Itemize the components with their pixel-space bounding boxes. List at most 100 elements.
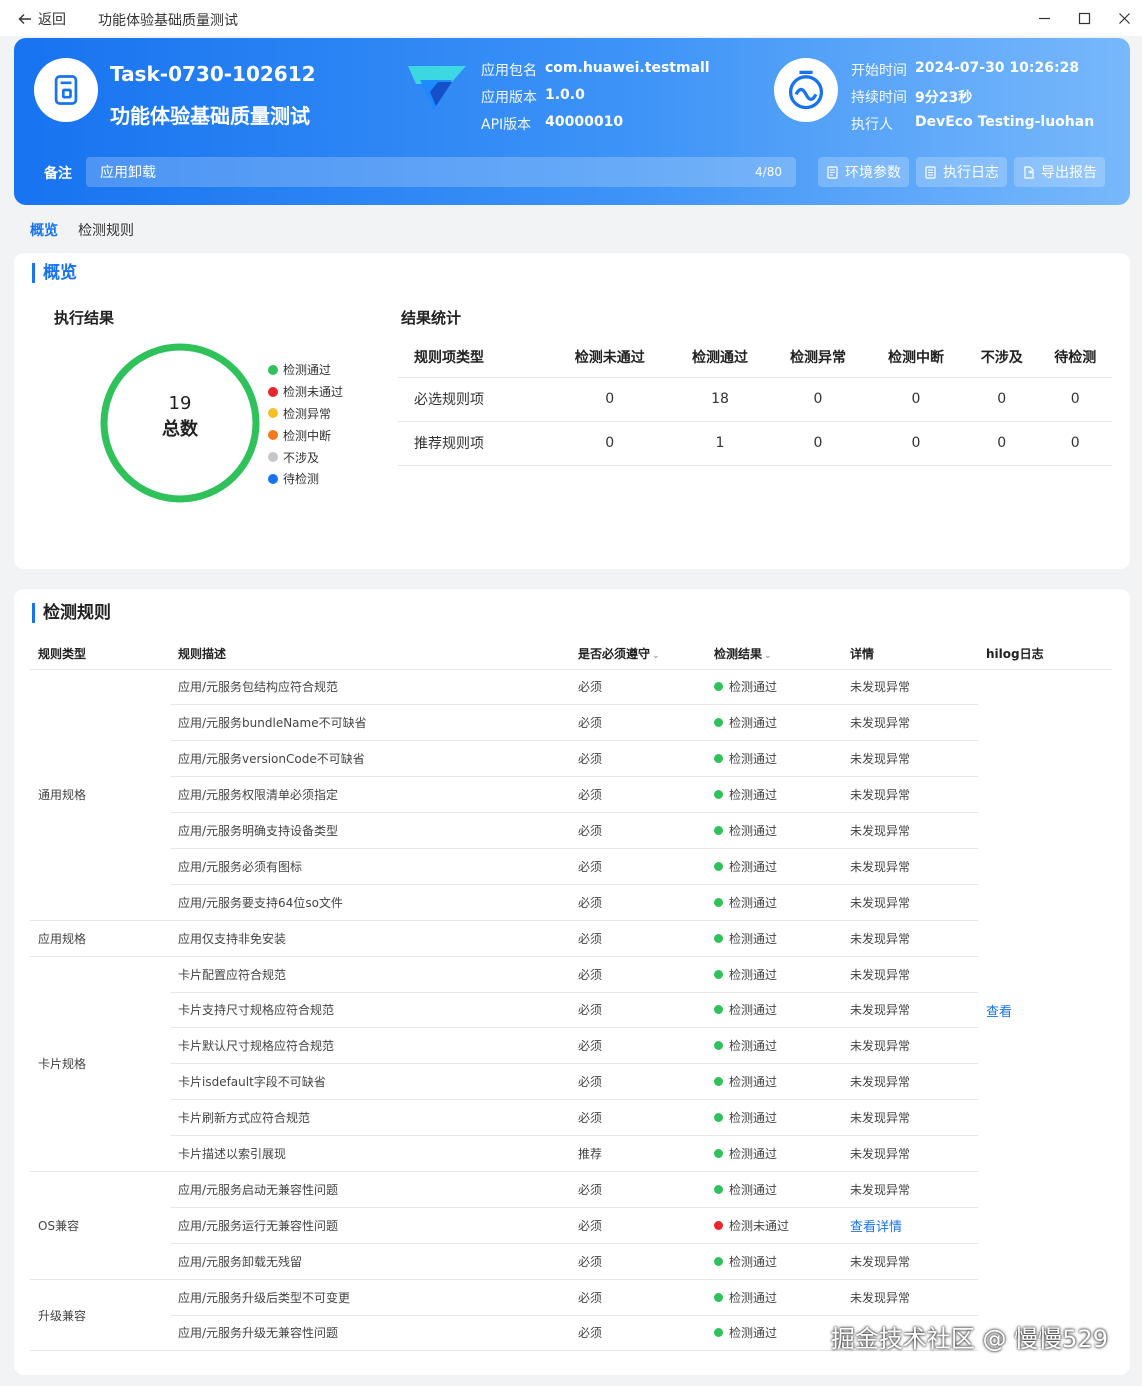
version-value: 1.0.0 bbox=[545, 87, 585, 103]
rule-type-cell: 通用规格 bbox=[30, 669, 170, 921]
rule-result-cell: 检测通过 bbox=[706, 920, 842, 957]
rule-desc-cell: 应用/元服务明确支持设备类型 bbox=[170, 812, 570, 849]
rules-title: 检测规则 bbox=[32, 603, 111, 623]
duration-label: 持续时间 bbox=[851, 90, 907, 106]
stats-header: 不涉及 bbox=[965, 337, 1039, 378]
header-detail: 详情 bbox=[842, 639, 978, 670]
export-icon bbox=[1024, 165, 1034, 179]
view-details-link[interactable]: 查看详情 bbox=[850, 1220, 902, 1235]
result-status: 检测通过 bbox=[714, 750, 842, 767]
version-label: 应用版本 bbox=[481, 90, 537, 106]
task-icon bbox=[34, 58, 98, 122]
status-dot bbox=[714, 1256, 723, 1266]
hilog-view-link[interactable]: 查看 bbox=[986, 1005, 1012, 1020]
task-name: 功能体验基础质量测试 bbox=[110, 104, 310, 128]
rule-result-cell: 检测通过 bbox=[706, 740, 842, 778]
rule-required-cell: 必须 bbox=[570, 669, 706, 706]
table-row: 应用/元服务明确支持设备类型 必须 检测通过 未发现异常 bbox=[30, 812, 1112, 849]
rule-detail-cell: 未发现异常 bbox=[842, 1027, 978, 1065]
tab-overview[interactable]: 概览 bbox=[30, 220, 58, 240]
rule-required-cell: 必须 bbox=[570, 848, 706, 885]
rule-desc-cell: 应用仅支持非免安装 bbox=[170, 920, 570, 957]
rule-detail-cell: 未发现异常 bbox=[842, 992, 978, 1029]
result-status: 检测通过 bbox=[714, 1181, 842, 1198]
log-icon bbox=[925, 165, 936, 179]
rule-detail-cell: 未发现异常 bbox=[842, 848, 978, 885]
tab-rules[interactable]: 检测规则 bbox=[78, 220, 134, 240]
header-required[interactable]: 是否必须遵守 ⌄ bbox=[570, 639, 706, 670]
status-label: 检测通过 bbox=[729, 680, 778, 695]
rule-required-cell: 必须 bbox=[570, 704, 706, 742]
rule-required-cell: 必须 bbox=[570, 884, 706, 921]
rule-desc-cell: 应用/元服务versionCode不可缺省 bbox=[170, 740, 570, 778]
legend-item: 检测通过 bbox=[268, 359, 343, 381]
status-dot bbox=[714, 897, 723, 907]
env-params-button[interactable]: 环境参数 bbox=[818, 157, 909, 187]
rule-desc-cell: 卡片刷新方式应符合规范 bbox=[170, 1099, 570, 1137]
stats-cell: 推荐规则项 bbox=[398, 421, 549, 466]
result-status: 检测通过 bbox=[714, 1324, 842, 1341]
title-bar: 返回 功能体验基础质量测试 bbox=[0, 0, 1142, 36]
status-dot bbox=[714, 1113, 723, 1123]
package-name-row: 应用包名 com.huawei.testmall bbox=[481, 60, 710, 80]
rule-detail-cell: 未发现异常 bbox=[842, 776, 978, 814]
stats-header: 检测异常 bbox=[769, 337, 867, 378]
status-label: 检测通过 bbox=[729, 1290, 778, 1305]
header-rule-desc: 规则描述 bbox=[170, 639, 570, 670]
result-status: 检测通过 bbox=[714, 786, 842, 803]
maximize-button[interactable] bbox=[1075, 9, 1093, 27]
result-status: 检测通过 bbox=[714, 1037, 842, 1054]
deveco-logo-icon bbox=[408, 66, 466, 110]
executor-row: 执行人 DevEco Testing-luohan bbox=[851, 114, 1094, 134]
close-button[interactable] bbox=[1115, 9, 1133, 27]
rule-detail-cell: 未发现异常 bbox=[842, 669, 978, 706]
result-status: 检测通过 bbox=[714, 858, 842, 875]
result-legend: 检测通过 检测未通过 检测异常 检测中断 不涉及 待检测 bbox=[268, 359, 343, 490]
status-label: 检测通过 bbox=[729, 1326, 778, 1341]
rule-detail-cell: 未发现异常 bbox=[842, 884, 978, 921]
status-label: 检测通过 bbox=[729, 716, 778, 731]
rule-required-cell: 必须 bbox=[570, 920, 706, 957]
rule-required-cell: 必须 bbox=[570, 812, 706, 849]
stats-title: 结果统计 bbox=[401, 309, 462, 327]
rule-result-cell: 检测通过 bbox=[706, 1027, 842, 1065]
export-report-button[interactable]: 导出报告 bbox=[1014, 157, 1105, 187]
timer-icon bbox=[774, 58, 838, 122]
rule-result-cell: 检测通过 bbox=[706, 1171, 842, 1208]
rule-desc-cell: 应用/元服务升级后类型不可变更 bbox=[170, 1279, 570, 1316]
rule-desc-cell: 应用/元服务包结构应符合规范 bbox=[170, 669, 570, 706]
note-char-count: 4/80 bbox=[755, 165, 782, 179]
back-button[interactable]: 返回 bbox=[18, 9, 66, 29]
rule-result-cell: 检测通过 bbox=[706, 992, 842, 1029]
rule-desc-cell: 应用/元服务升级无兼容性问题 bbox=[170, 1315, 570, 1352]
legend-label: 检测中断 bbox=[283, 428, 332, 443]
legend-dot bbox=[268, 408, 278, 419]
rule-type-cell: 应用规格 bbox=[30, 920, 170, 957]
status-dot bbox=[714, 1328, 723, 1338]
rule-required-cell: 必须 bbox=[570, 1063, 706, 1101]
exec-log-label: 执行日志 bbox=[943, 165, 999, 181]
legend-label: 检测通过 bbox=[283, 363, 332, 378]
status-dot bbox=[714, 1077, 723, 1087]
stats-pass-link[interactable]: 1 bbox=[671, 421, 769, 466]
table-row: 卡片支持尺寸规格应符合规范 必须 检测通过 未发现异常 bbox=[30, 992, 1112, 1029]
watermark-text: 掘金技术社区 @ 慢慢529 bbox=[830, 1325, 1108, 1353]
total-label: 总数 bbox=[162, 419, 198, 440]
result-status: 检测通过 bbox=[714, 1253, 842, 1270]
duration-row: 持续时间 9分23秒 bbox=[851, 87, 972, 107]
exec-log-button[interactable]: 执行日志 bbox=[916, 157, 1007, 187]
header-result[interactable]: 检测结果 ⌄ bbox=[706, 639, 842, 670]
table-row: 卡片isdefault字段不可缺省 必须 检测通过 未发现异常 bbox=[30, 1063, 1112, 1101]
status-label: 检测通过 bbox=[729, 1075, 778, 1090]
status-dot bbox=[714, 754, 723, 764]
detail-text: 未发现异常 bbox=[850, 931, 911, 946]
result-status: 检测通过 bbox=[714, 678, 842, 695]
stats-cell: 0 bbox=[769, 377, 867, 422]
legend-dot bbox=[268, 386, 278, 397]
minimize-button[interactable] bbox=[1035, 9, 1053, 27]
back-label: 返回 bbox=[38, 12, 66, 28]
note-input[interactable]: 应用卸载 4/80 bbox=[86, 157, 796, 187]
stats-pass-link[interactable]: 18 bbox=[671, 377, 769, 422]
rule-desc-cell: 卡片默认尺寸规格应符合规范 bbox=[170, 1027, 570, 1065]
header-result-label: 检测结果 bbox=[714, 647, 763, 662]
